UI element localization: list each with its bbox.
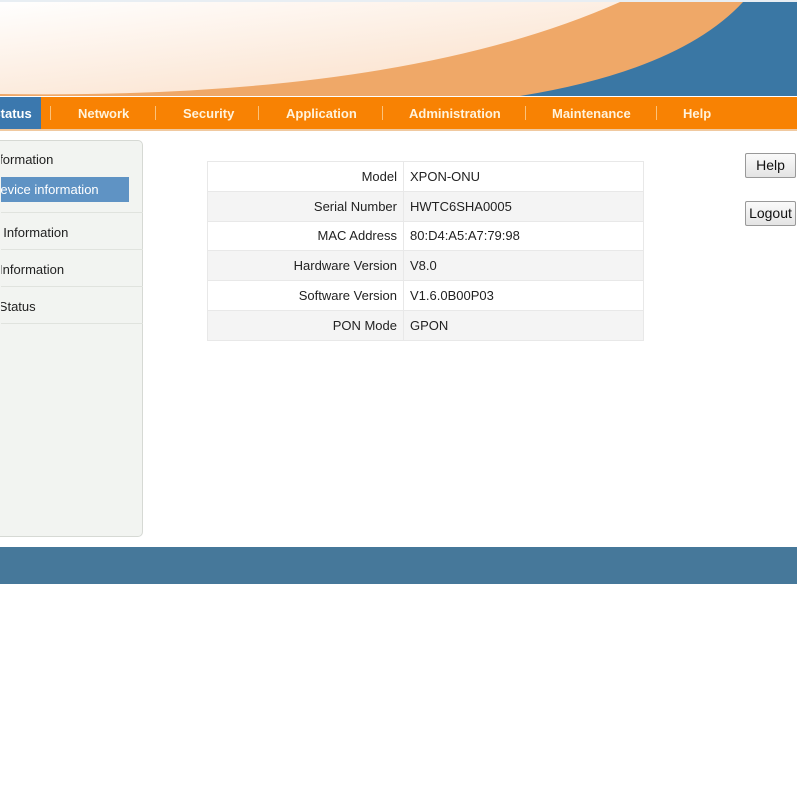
divider bbox=[1, 212, 143, 213]
nav-separator bbox=[258, 106, 259, 120]
sidebar-item-pon-status[interactable]: PON Status bbox=[1, 299, 143, 314]
sidebar: Device Information Device information Ne… bbox=[0, 140, 143, 537]
row-label: Model bbox=[207, 161, 404, 192]
tab-network[interactable]: Network bbox=[78, 97, 129, 129]
row-label: Hardware Version bbox=[207, 250, 404, 282]
nav-separator bbox=[525, 106, 526, 120]
divider bbox=[1, 286, 143, 287]
table-row: Software Version V1.6.0B00P03 bbox=[207, 280, 644, 311]
table-row: Hardware Version V8.0 bbox=[207, 250, 644, 282]
tab-help[interactable]: Help bbox=[683, 97, 711, 129]
logout-button[interactable]: Logout bbox=[745, 201, 796, 226]
main-nav: Status Network Security Application Admi… bbox=[0, 97, 797, 131]
row-value: 80:D4:A5:A7:79:98 bbox=[403, 220, 644, 252]
help-button[interactable]: Help bbox=[745, 153, 796, 178]
row-value: HWTC6SHA0005 bbox=[403, 190, 644, 222]
nav-separator bbox=[382, 106, 383, 120]
footer-bar bbox=[0, 547, 797, 584]
row-label: Software Version bbox=[207, 280, 404, 311]
tab-status[interactable]: Status bbox=[0, 97, 41, 129]
nav-separator bbox=[155, 106, 156, 120]
tab-security[interactable]: Security bbox=[183, 97, 234, 129]
row-value: V1.6.0B00P03 bbox=[403, 280, 644, 311]
divider bbox=[1, 323, 143, 324]
row-label: Serial Number bbox=[207, 190, 404, 222]
sidebar-item-network-information[interactable]: Network Information bbox=[1, 225, 143, 240]
table-row: Model XPON-ONU bbox=[207, 161, 644, 192]
row-value: GPON bbox=[403, 309, 644, 341]
device-info-table: Model XPON-ONU Serial Number HWTC6SHA0005 … bbox=[207, 161, 644, 341]
header-banner bbox=[0, 0, 797, 96]
table-row: Serial Number HWTC6SHA0005 bbox=[207, 190, 644, 222]
table-row: MAC Address 80:D4:A5:A7:79:98 bbox=[207, 220, 644, 252]
nav-separator bbox=[50, 106, 51, 120]
divider bbox=[1, 249, 143, 250]
tab-maintenance[interactable]: Maintenance bbox=[552, 97, 631, 129]
table-row: PON Mode GPON bbox=[207, 309, 644, 341]
sidebar-item-device-information-group[interactable]: Device Information bbox=[1, 152, 143, 167]
row-value: V8.0 bbox=[403, 250, 644, 282]
nav-separator bbox=[656, 106, 657, 120]
row-value: XPON-ONU bbox=[403, 161, 644, 192]
row-label: PON Mode bbox=[207, 309, 404, 341]
sidebar-item-device-information[interactable]: Device information bbox=[1, 177, 129, 202]
sidebar-item-user-information[interactable]: User Information bbox=[1, 262, 143, 277]
row-label: MAC Address bbox=[207, 220, 404, 252]
tab-application[interactable]: Application bbox=[286, 97, 357, 129]
tab-administration[interactable]: Administration bbox=[409, 97, 501, 129]
